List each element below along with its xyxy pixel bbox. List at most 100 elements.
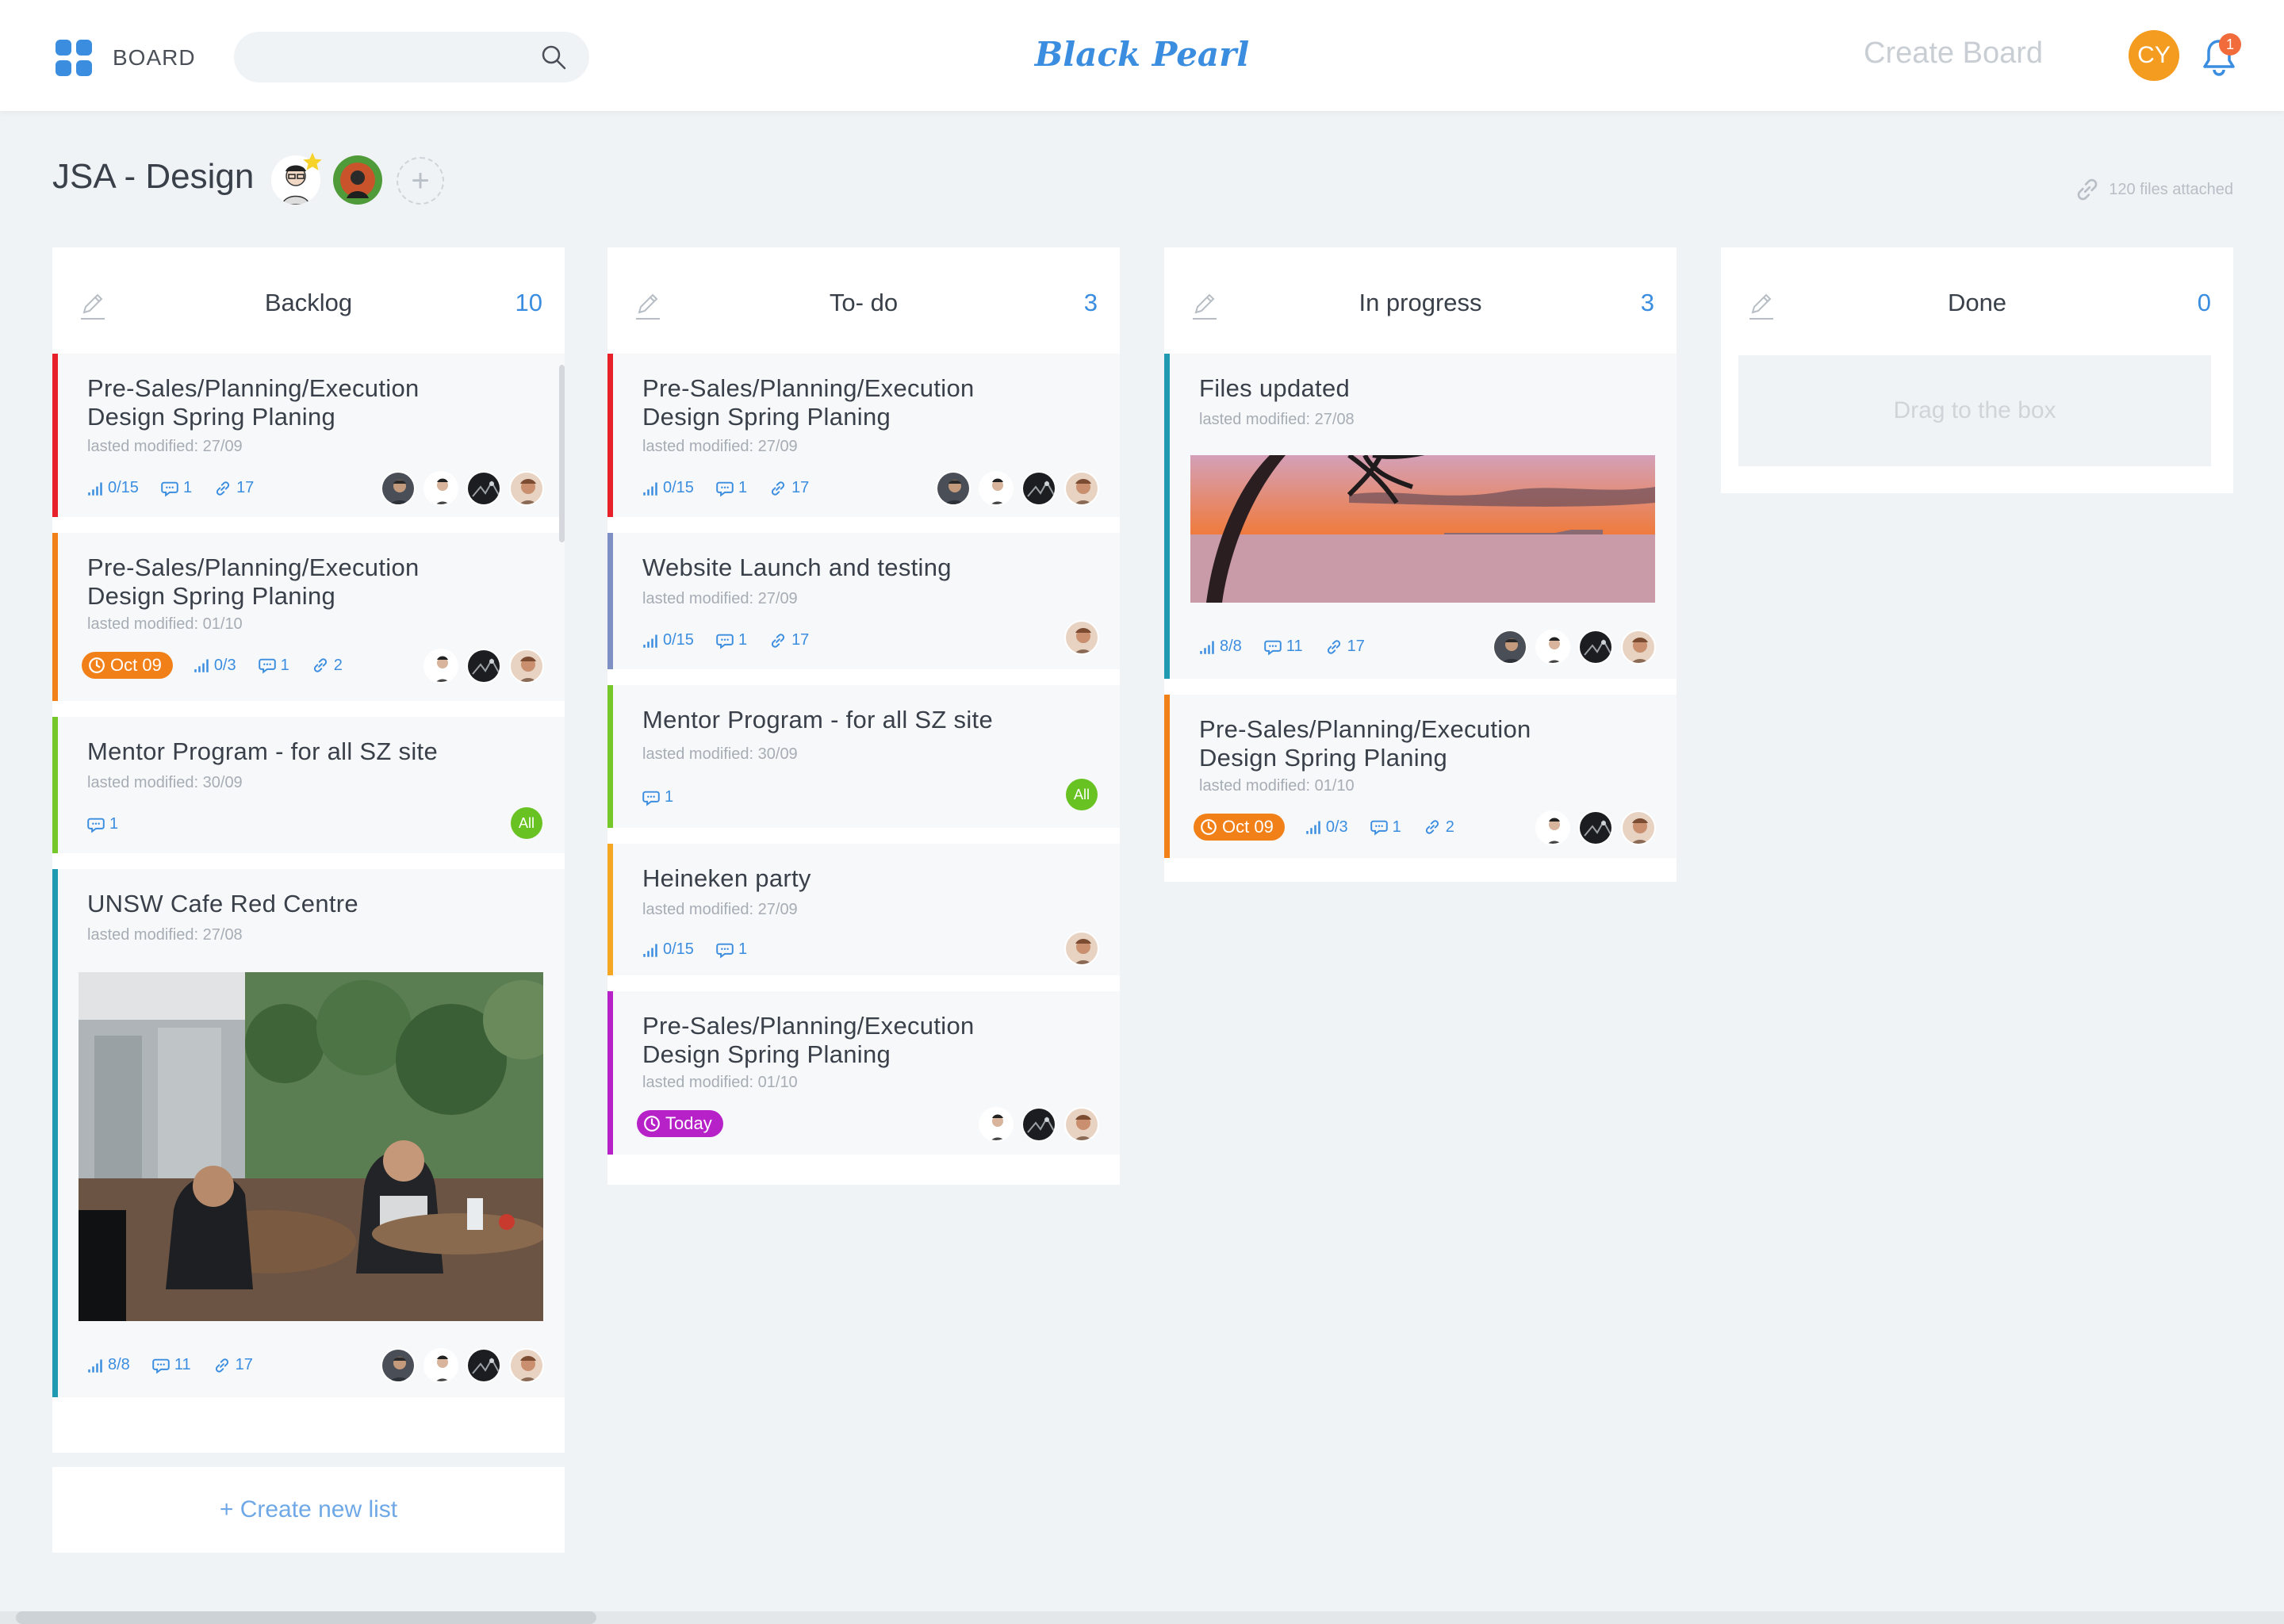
avatar[interactable] [509, 649, 544, 684]
member-avatar[interactable] [333, 155, 382, 205]
card-modified: lasted modified: 27/09 [642, 438, 798, 455]
comment-icon [161, 480, 178, 497]
avatar[interactable] [381, 1348, 416, 1383]
comment-icon [87, 816, 105, 833]
board-menu-label: BOARD [113, 45, 196, 70]
avatar[interactable] [1535, 810, 1570, 845]
progress-icon [642, 633, 658, 649]
card-title: Website Launch and testing [642, 553, 952, 581]
checklist-progress: 0/3 [194, 657, 236, 675]
avatar[interactable] [1621, 630, 1656, 665]
avatar[interactable] [979, 471, 1014, 506]
card-stats: 1 [87, 815, 140, 833]
due-date-badge[interactable]: Oct 09 [1194, 814, 1285, 841]
all-members-badge[interactable]: All [511, 807, 542, 839]
avatar[interactable] [466, 471, 501, 506]
card-title: Mentor Program - for all SZ site [87, 737, 438, 765]
brand-logo[interactable]: Black Pearl [1035, 35, 1249, 74]
progress-icon [87, 1358, 103, 1373]
avatar[interactable] [1064, 1107, 1099, 1142]
avatar[interactable] [936, 471, 971, 506]
card[interactable]: Heineken party lasted modified: 27/09 0/… [607, 844, 1120, 975]
card-stats: Today [637, 1110, 744, 1137]
card-members [1056, 931, 1099, 966]
notification-badge: 1 [2219, 33, 2241, 56]
search-input[interactable] [234, 32, 589, 82]
card[interactable]: Pre-Sales/Planning/Execution Design Sprin… [52, 533, 565, 701]
card-title: Pre-Sales/Planning/Execution Design Sprin… [642, 1012, 975, 1068]
avatar[interactable] [423, 1348, 458, 1383]
search-icon[interactable] [540, 44, 567, 71]
avatar[interactable] [979, 1107, 1014, 1142]
avatar[interactable] [1021, 1107, 1056, 1142]
comment-count: 1 [716, 631, 747, 649]
list-title: Done [1947, 289, 2007, 316]
clock-icon [643, 1115, 661, 1132]
comment-count: 1 [716, 479, 747, 497]
avatar[interactable] [1493, 630, 1527, 665]
card[interactable]: Mentor Program - for all SZ site lasted … [52, 717, 565, 853]
list-header: To- do 3 [607, 247, 1120, 354]
avatar[interactable] [1064, 931, 1099, 966]
avatar[interactable] [381, 471, 416, 506]
avatar[interactable] [1064, 471, 1099, 506]
due-date-badge[interactable]: Today [637, 1110, 723, 1137]
files-attached-label: 120 files attached [2109, 180, 2233, 198]
avatar[interactable] [1535, 630, 1570, 665]
card[interactable]: Files updated lasted modified: 27/08 8/8… [1164, 354, 1677, 679]
progress-icon [1305, 819, 1321, 835]
avatar[interactable] [423, 471, 458, 506]
card[interactable]: Pre-Sales/Planning/Execution Design Sprin… [1164, 695, 1677, 858]
card-stats: 0/15 1 17 [642, 479, 831, 497]
card[interactable]: Mentor Program - for all SZ site lasted … [607, 685, 1120, 828]
comment-count: 11 [1264, 638, 1303, 656]
avatar[interactable] [1578, 810, 1613, 845]
card[interactable]: Pre-Sales/Planning/Execution Design Sprin… [52, 354, 565, 517]
checklist-progress: 8/8 [1199, 638, 1242, 656]
link-icon [312, 657, 329, 674]
create-board-button[interactable]: Create Board [1864, 36, 2043, 71]
files-attached[interactable]: 120 files attached [2074, 176, 2233, 203]
add-member-button[interactable]: + [397, 157, 444, 205]
card-modified: lasted modified: 30/09 [87, 774, 243, 791]
avatar[interactable] [1021, 471, 1056, 506]
link-icon [213, 1357, 231, 1374]
link-icon [769, 632, 787, 649]
card[interactable]: Website Launch and testing lasted modifi… [607, 533, 1120, 669]
card-modified: lasted modified: 01/10 [642, 1074, 798, 1091]
card[interactable]: Pre-Sales/Planning/Execution Design Sprin… [607, 991, 1120, 1155]
list-header: Done 0 [1721, 247, 2233, 354]
comment-icon [716, 632, 734, 649]
progress-icon [194, 657, 209, 673]
card-title: UNSW Cafe Red Centre [87, 890, 358, 917]
all-members-badge[interactable]: All [1066, 779, 1098, 810]
list-scrollbar[interactable] [559, 365, 565, 542]
avatar[interactable] [1578, 630, 1613, 665]
card-cover-image [79, 972, 543, 1321]
card-stats: 0/15 1 17 [87, 479, 276, 497]
avatar[interactable] [1064, 620, 1099, 655]
board-menu-button[interactable]: BOARD [56, 40, 196, 76]
list-backlog: Backlog 10 Pre-Sales/Planning/Execution D… [52, 247, 565, 1453]
attachment-count: 17 [213, 1356, 253, 1374]
attachment-count: 17 [214, 479, 254, 497]
card[interactable]: UNSW Cafe Red Centre lasted modified: 27… [52, 869, 565, 1397]
avatar[interactable] [466, 1348, 501, 1383]
comment-icon [716, 941, 734, 959]
drop-zone[interactable]: Drag to the box [1738, 355, 2211, 466]
avatar[interactable] [509, 1348, 544, 1383]
due-date-badge[interactable]: Oct 09 [82, 652, 173, 679]
link-icon [1424, 818, 1441, 836]
attachment-count: 17 [1325, 638, 1365, 656]
user-avatar[interactable]: CY [2129, 30, 2179, 81]
avatar[interactable] [466, 649, 501, 684]
checklist-progress: 0/15 [642, 940, 694, 959]
comment-icon [716, 480, 734, 497]
avatar[interactable] [509, 471, 544, 506]
avatar[interactable] [423, 649, 458, 684]
avatar[interactable] [1621, 810, 1656, 845]
card[interactable]: Pre-Sales/Planning/Execution Design Sprin… [607, 354, 1120, 517]
create-new-list-button[interactable]: + Create new list [52, 1467, 565, 1553]
scrollbar-thumb[interactable] [16, 1611, 596, 1624]
list-title: Backlog [264, 289, 353, 316]
